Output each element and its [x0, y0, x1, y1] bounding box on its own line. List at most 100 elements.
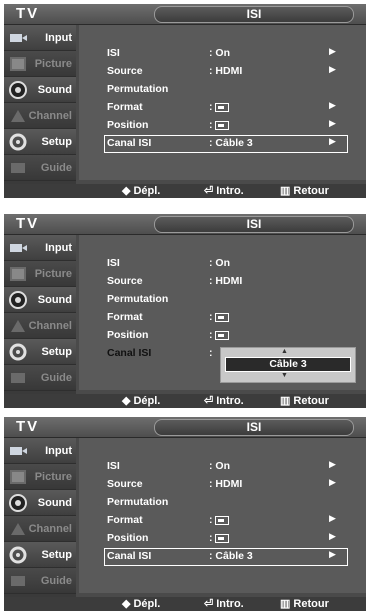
- sidebar-item-label: Input: [45, 242, 72, 254]
- menu-icon: ▥: [280, 598, 291, 610]
- tv-label: TV: [16, 5, 40, 22]
- move-hint: ◆ Dépl.: [122, 598, 161, 610]
- menu-row-canal-isi[interactable]: Canal ISI : Câble 3 ▶: [104, 548, 348, 566]
- sidebar-item-picture[interactable]: Picture: [4, 51, 76, 77]
- sidebar-item-picture[interactable]: Picture: [4, 464, 76, 490]
- sidebar-item-input[interactable]: Input: [4, 235, 76, 261]
- menu-row-format[interactable]: Format :: [79, 309, 366, 327]
- row-label: Permutation: [107, 293, 169, 305]
- row-value: :: [209, 119, 229, 131]
- enter-hint: ⏎ Intro.: [204, 185, 244, 197]
- sidebar-item-sound[interactable]: Sound: [4, 77, 76, 103]
- sidebar-item-label: Sound: [37, 497, 72, 509]
- channel-icon: [11, 110, 25, 122]
- menu-row-isi[interactable]: ISI : On ▶: [79, 45, 366, 63]
- format-box-icon: [214, 312, 229, 322]
- menu-row-position[interactable]: Position : ▶: [79, 117, 366, 135]
- sidebar-item-label: Sound: [37, 294, 72, 306]
- menu-row-format[interactable]: Format : ▶: [79, 512, 366, 530]
- row-value: : Câble 3: [209, 137, 253, 149]
- row-value: : HDMI: [209, 275, 243, 287]
- bottom-hint-bar: ◆ Dépl. ⏎ Intro. ▥ Retour: [4, 394, 366, 408]
- channel-icon: [11, 320, 25, 332]
- menu-row-isi[interactable]: ISI : On ▶: [79, 458, 366, 476]
- menu-row-source[interactable]: Source : HDMI: [79, 273, 366, 291]
- menu-row-format[interactable]: Format : ▶: [79, 99, 366, 117]
- sidebar-item-setup[interactable]: Setup: [4, 339, 76, 365]
- sidebar-item-label: Channel: [28, 110, 72, 122]
- sidebar-item-input[interactable]: Input: [4, 25, 76, 51]
- enter-icon: ⏎: [204, 598, 214, 610]
- right-arrow-icon: ▶: [329, 118, 336, 128]
- row-value: : On: [209, 47, 230, 59]
- sidebar-item-channel[interactable]: Channel: [4, 103, 76, 129]
- position-box-icon: [214, 330, 229, 340]
- updown-icon: ◆: [122, 185, 131, 197]
- right-arrow-icon: ▶: [329, 513, 336, 523]
- sidebar-item-setup[interactable]: Setup: [4, 129, 76, 155]
- sidebar-item-label: Setup: [41, 346, 72, 358]
- picture-icon: [10, 470, 26, 484]
- sidebar-item-channel[interactable]: Channel: [4, 516, 76, 542]
- sidebar-item-guide[interactable]: Guide: [4, 568, 76, 594]
- menu-content: ISI : On ▶ Source : HDMI ▶ Permutation F…: [79, 438, 366, 593]
- menu-row-isi[interactable]: ISI : On: [79, 255, 366, 273]
- position-box-icon: [214, 533, 229, 543]
- menu-row-permutation[interactable]: Permutation: [79, 81, 366, 99]
- row-label: Format: [107, 311, 143, 323]
- row-value: : On: [209, 460, 230, 472]
- row-label: ISI: [107, 257, 120, 269]
- menu-title: ISI: [154, 419, 354, 436]
- sidebar-item-label: Guide: [40, 575, 72, 587]
- updown-icon: ◆: [122, 395, 131, 407]
- sidebar-item-label: Channel: [28, 320, 72, 332]
- canal-isi-popup[interactable]: ▲ Câble 3 ▼: [220, 347, 356, 383]
- sound-icon: [9, 291, 27, 309]
- sound-icon: [9, 494, 27, 512]
- row-label: Source: [107, 478, 143, 490]
- menu-row-canal-isi[interactable]: Canal ISI : Câble 3 ▶: [104, 135, 348, 153]
- return-hint: ▥ Retour: [280, 395, 329, 407]
- row-label: Source: [107, 275, 143, 287]
- menu-row-source[interactable]: Source : HDMI ▶: [79, 476, 366, 494]
- menu-row-source[interactable]: Source : HDMI ▶: [79, 63, 366, 81]
- sidebar-item-guide[interactable]: Guide: [4, 155, 76, 181]
- menu-row-permutation[interactable]: Permutation: [79, 291, 366, 309]
- top-bar: TV ISI: [4, 214, 366, 235]
- menu-row-position[interactable]: Position : ▶: [79, 530, 366, 548]
- sidebar-item-picture[interactable]: Picture: [4, 261, 76, 287]
- down-arrow-icon[interactable]: ▼: [281, 372, 288, 379]
- right-arrow-icon: ▶: [329, 136, 336, 146]
- setup-icon: [9, 343, 27, 361]
- picture-icon: [10, 267, 26, 281]
- row-value: : HDMI: [209, 65, 243, 77]
- sound-icon: [9, 81, 27, 99]
- row-label: Canal ISI: [107, 550, 152, 562]
- up-arrow-icon[interactable]: ▲: [281, 348, 288, 355]
- sidebar-item-sound[interactable]: Sound: [4, 490, 76, 516]
- sidebar-item-setup[interactable]: Setup: [4, 542, 76, 568]
- sidebar-item-channel[interactable]: Channel: [4, 313, 76, 339]
- sidebar-item-label: Guide: [40, 372, 72, 384]
- enter-hint: ⏎ Intro.: [204, 598, 244, 610]
- bottom-hint-bar: ◆ Dépl. ⏎ Intro. ▥ Retour: [4, 597, 366, 611]
- sidebar-item-guide[interactable]: Guide: [4, 365, 76, 391]
- osd-panel-1: TV ISI Input Picture Sound Channel Setup…: [4, 4, 366, 198]
- row-label: Position: [107, 329, 149, 341]
- popup-selected-option[interactable]: Câble 3: [225, 357, 351, 372]
- sidebar-item-input[interactable]: Input: [4, 438, 76, 464]
- row-label: Permutation: [107, 496, 169, 508]
- sidebar-item-sound[interactable]: Sound: [4, 287, 76, 313]
- menu-row-permutation[interactable]: Permutation: [79, 494, 366, 512]
- setup-icon: [9, 546, 27, 564]
- row-value: : HDMI: [209, 478, 243, 490]
- enter-icon: ⏎: [204, 395, 214, 407]
- right-arrow-icon: ▶: [329, 531, 336, 541]
- row-value: :: [209, 532, 229, 544]
- right-arrow-icon: ▶: [329, 64, 336, 74]
- row-value: :: [209, 311, 229, 323]
- row-value: : On: [209, 257, 230, 269]
- row-label: Format: [107, 101, 143, 113]
- menu-row-position[interactable]: Position :: [79, 327, 366, 345]
- position-box-icon: [214, 120, 229, 130]
